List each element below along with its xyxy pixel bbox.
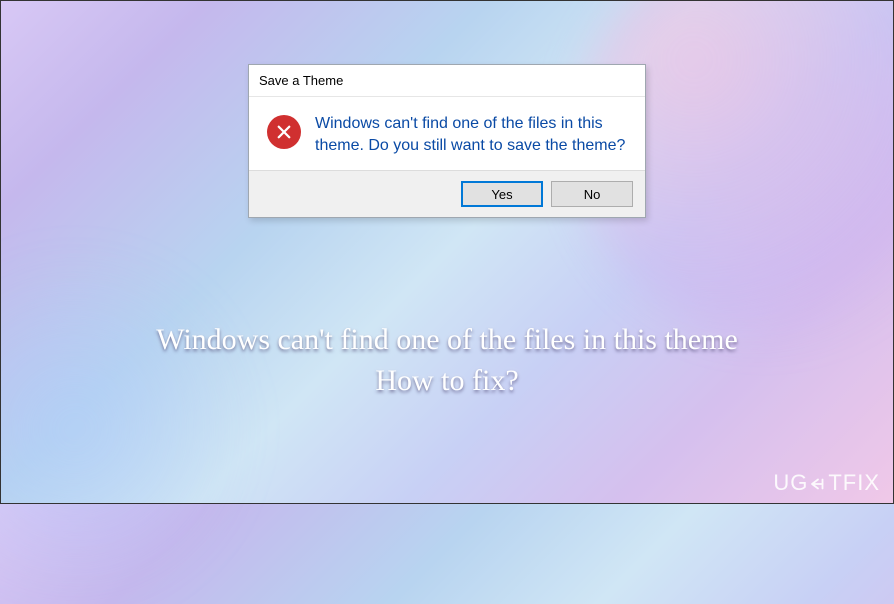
caption-line-2: How to fix? <box>30 361 864 402</box>
dialog-title: Save a Theme <box>259 73 343 88</box>
yes-button[interactable]: Yes <box>461 181 543 207</box>
watermark-prefix: UG <box>773 470 808 496</box>
dialog-message: Windows can't find one of the files in t… <box>315 113 627 156</box>
background-blob-2 <box>0 254 250 604</box>
dialog-footer: Yes No <box>249 170 645 217</box>
watermark-logo: UG TFIX <box>773 470 880 496</box>
no-button[interactable]: No <box>551 181 633 207</box>
caption-line-1: Windows can't find one of the files in t… <box>30 320 864 361</box>
dialog-titlebar[interactable]: Save a Theme <box>249 65 645 97</box>
article-caption: Windows can't find one of the files in t… <box>0 320 894 401</box>
error-icon <box>267 115 301 149</box>
save-theme-dialog: Save a Theme Windows can't find one of t… <box>248 64 646 218</box>
watermark-suffix: TFIX <box>828 470 880 496</box>
dialog-body: Windows can't find one of the files in t… <box>249 97 645 170</box>
watermark-e-icon <box>809 475 827 493</box>
